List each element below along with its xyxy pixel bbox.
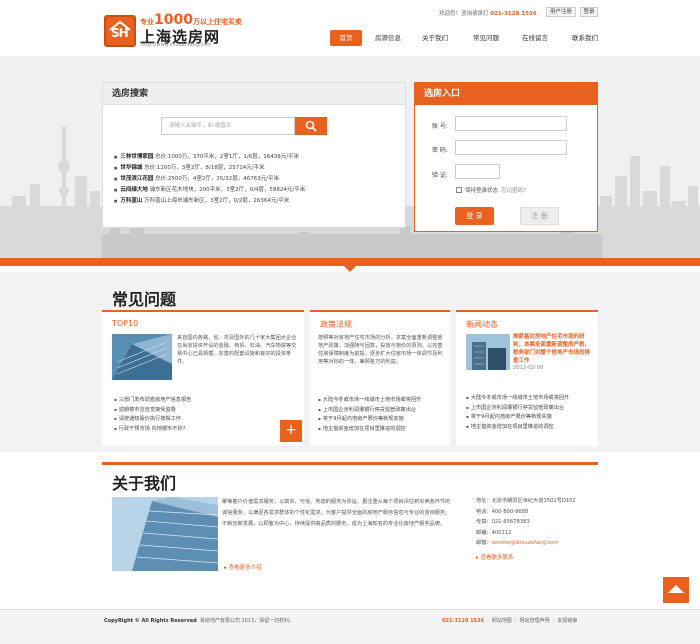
back-to-top-icon[interactable] <box>663 577 689 603</box>
list-item[interactable]: 上市国企涉利润遭银行停贷监管政策出台 <box>318 406 446 416</box>
copyright: CopyRight © All Rights Reserved 易铭地产有限公司… <box>104 618 295 624</box>
news-thumbnail <box>466 334 510 370</box>
listing-item[interactable]: 万科蓝山 万科蓝山上海市浦东新区，3室2厅，0/2层，26364元/平米 <box>114 196 414 207</box>
policy-list: 大陆今冬或市场一线城市土地市场或将回升 上市国企涉利润遭银行停贷监管政策出台 将… <box>318 396 446 434</box>
list-item[interactable]: 请按通知股价执行按揭工作 <box>114 415 191 425</box>
news-title[interactable]: 新闻动态 <box>466 319 498 330</box>
site-footer <box>0 609 700 644</box>
login-link[interactable]: 登录 <box>580 7 598 17</box>
welcome-text: 欢迎您！咨询请拨打 021-3128 1536 <box>439 11 537 17</box>
list-item[interactable]: 大陆今冬或市场一线城市土地市场或将回升 <box>318 396 446 406</box>
top10-card: TOP10 来自国内各路、省、市及国外的几十家大集团大企业在尚京投资开设的金融、… <box>102 310 304 446</box>
nav-listings[interactable]: 房源信息 <box>368 30 408 46</box>
contact-tel: 电话：400-800-9688 <box>476 508 529 515</box>
login-button[interactable]: 登 录 <box>455 207 494 225</box>
policy-text: 按照等对房地产住宅市场的分析，本案全面重新调整房地产政策，加强随与回复，投放与物… <box>318 335 443 365</box>
site-url: http://www.shxuanfang.com <box>141 42 212 48</box>
password-input[interactable] <box>455 140 567 155</box>
contact-postcode: 邮编：400112 <box>476 529 512 536</box>
listing-item[interactable]: 世茂滨江花园 总价:2500万，4室2厅，25/32层，46763元/平米 <box>114 174 414 185</box>
faq-title: 常见问题 <box>112 290 177 309</box>
list-item[interactable]: 地主借资金增加在项目里推进的调控 <box>318 425 446 435</box>
search-button[interactable] <box>295 117 327 135</box>
about-title: 关于我们 <box>112 474 177 493</box>
policy-card: 政策法规 按照等对房地产住宅市场的分析，本案全面重新调整房地产政策，加强随与回复… <box>310 310 450 446</box>
listing-list: 三林世博家园 总价:1000万，370平米，2室1厅，1/6层，16438元/平… <box>114 152 414 207</box>
password-label: 密 码: <box>432 147 448 154</box>
top10-text: 来自国内各路、省、市及国外的几十家大集团大企业在尚京投资开设的金融、商贸、石油、… <box>177 335 297 365</box>
listing-item[interactable]: 世华锦城 总价:1200万，3室2厅，8/18层，25714元/平米 <box>114 163 414 174</box>
captcha-label: 验 证: <box>432 172 448 179</box>
nav-about[interactable]: 关于我们 <box>415 30 455 46</box>
login-panel: 选房入口 账 号: 密 码: 验 证: 保持登录状态 忘记密码? 登 录 注 册 <box>414 82 598 232</box>
footer-link-statement[interactable]: 网站管理声明 <box>519 618 549 624</box>
nav-message[interactable]: 在线留言 <box>514 30 556 46</box>
list-item[interactable]: 将于9月起内地房产限价等新规实施 <box>466 413 594 423</box>
search-panel-title: 选房搜索 <box>103 83 405 105</box>
policy-title[interactable]: 政策法规 <box>320 319 352 330</box>
register-link[interactable]: 用户注册 <box>546 7 576 17</box>
news-list: 大陆今冬或市场一线城市土地市场或将回升 上市国企涉利润遭银行停贷监管政策出台 将… <box>466 394 594 432</box>
top10-list: 三部门发布调查房地产信息报告 逾期楼市应自觉接受监督 请按通知股价执行按揭工作 … <box>114 396 192 435</box>
contact-fax: 传真：021-65678383 <box>476 519 530 526</box>
phone-number: 021-3128 1536 <box>490 11 537 17</box>
search-icon <box>305 120 317 132</box>
list-item[interactable]: 大陆今冬或市场一线城市土地市场或将回升 <box>466 394 594 404</box>
footer-link-friends[interactable]: 友情链接 <box>557 618 577 624</box>
list-item[interactable]: 三部门发布调查房地产信息报告 <box>114 396 192 406</box>
nav-faq[interactable]: 常见问题 <box>465 30 507 46</box>
nav-contact[interactable]: 联系我们 <box>564 30 606 46</box>
contact-email[interactable]: service@shxuanfang.com <box>492 540 559 546</box>
list-item[interactable]: 行政干预市场 内地楼市不妙? <box>114 425 191 435</box>
forgot-password-link[interactable]: 忘记密码? <box>501 188 526 194</box>
captcha-input[interactable] <box>455 164 500 179</box>
list-item[interactable]: 逾期楼市应自觉接受监督 <box>114 406 191 416</box>
contact-info: 地址：北京市朝阳区世纪大道1501号D102 电话：400-800-9688 传… <box>476 497 576 550</box>
nav-home[interactable]: 首页 <box>330 30 362 46</box>
building-thumbnail <box>112 334 172 380</box>
about-building-image <box>112 497 218 571</box>
site-header: SH 专业1000万以上住宅买卖 上海选房网 http://www.shxuan… <box>0 0 700 56</box>
banner-divider <box>0 258 700 266</box>
search-input[interactable]: 请输入关键字，如:楼盘名 <box>161 117 295 135</box>
footer-phone: 021-3128 1536 <box>442 618 485 624</box>
logo-mark: SH <box>111 26 129 40</box>
list-item[interactable]: 上市国企涉利润遭银行停贷监管政策出台 <box>466 404 594 414</box>
logo-house-icon[interactable]: SH <box>104 15 136 47</box>
remember-label[interactable]: 保持登录状态 忘记密码? <box>465 186 526 194</box>
news-headline[interactable]: 推薪基对房地产住宅市场的研判，本案全面重新调整房产税，税务部门对整个房地产市场的… <box>513 333 593 365</box>
about-more-link[interactable]: ▸ 查看更多介绍 <box>224 563 262 571</box>
listing-item[interactable]: 云间绿大地 浦东新区花木地块，200平米，3室2厅，0/4层，59824元/平米 <box>114 185 414 196</box>
top10-title[interactable]: TOP10 <box>112 319 138 328</box>
login-panel-title: 选房入口 <box>415 83 597 105</box>
hero-banner: 选房搜索 请输入关键字，如:楼盘名 三林世博家园 总价:1000万，370平米，… <box>0 56 700 266</box>
contact-email-row: 邮箱：service@shxuanfang.com <box>476 540 559 547</box>
contact-more-link[interactable]: ▸ 查看更多联系 <box>476 553 514 561</box>
listing-item[interactable]: 三林世博家园 总价:1000万，370平米，2室1厅，1/6层，16438元/平… <box>114 152 414 163</box>
news-date: 2013-02-08 <box>513 365 544 371</box>
remember-checkbox[interactable] <box>456 187 462 193</box>
account-label: 账 号: <box>432 123 448 130</box>
about-text: 聚焦客户价值需求服务，以真实、可信、地道的服务为宗旨。更注重从每个项目评估到买卖… <box>222 499 451 527</box>
list-item[interactable]: 地主借资金增加在项目里推进的调控 <box>466 423 594 433</box>
account-input[interactable] <box>455 116 567 131</box>
contact-address: 地址：北京市朝阳区世纪大道1501号D102 <box>476 498 576 504</box>
footer-links: 021-3128 1536 | 网站地图 | 网站管理声明 | 友情链接 <box>442 618 578 624</box>
more-plus-button[interactable]: + <box>280 420 302 442</box>
list-item[interactable]: 将于9月起内地房产限价等新规实施 <box>318 415 446 425</box>
register-button[interactable]: 注 册 <box>520 207 559 225</box>
footer-link-sitemap[interactable]: 网站地图 <box>492 618 512 624</box>
